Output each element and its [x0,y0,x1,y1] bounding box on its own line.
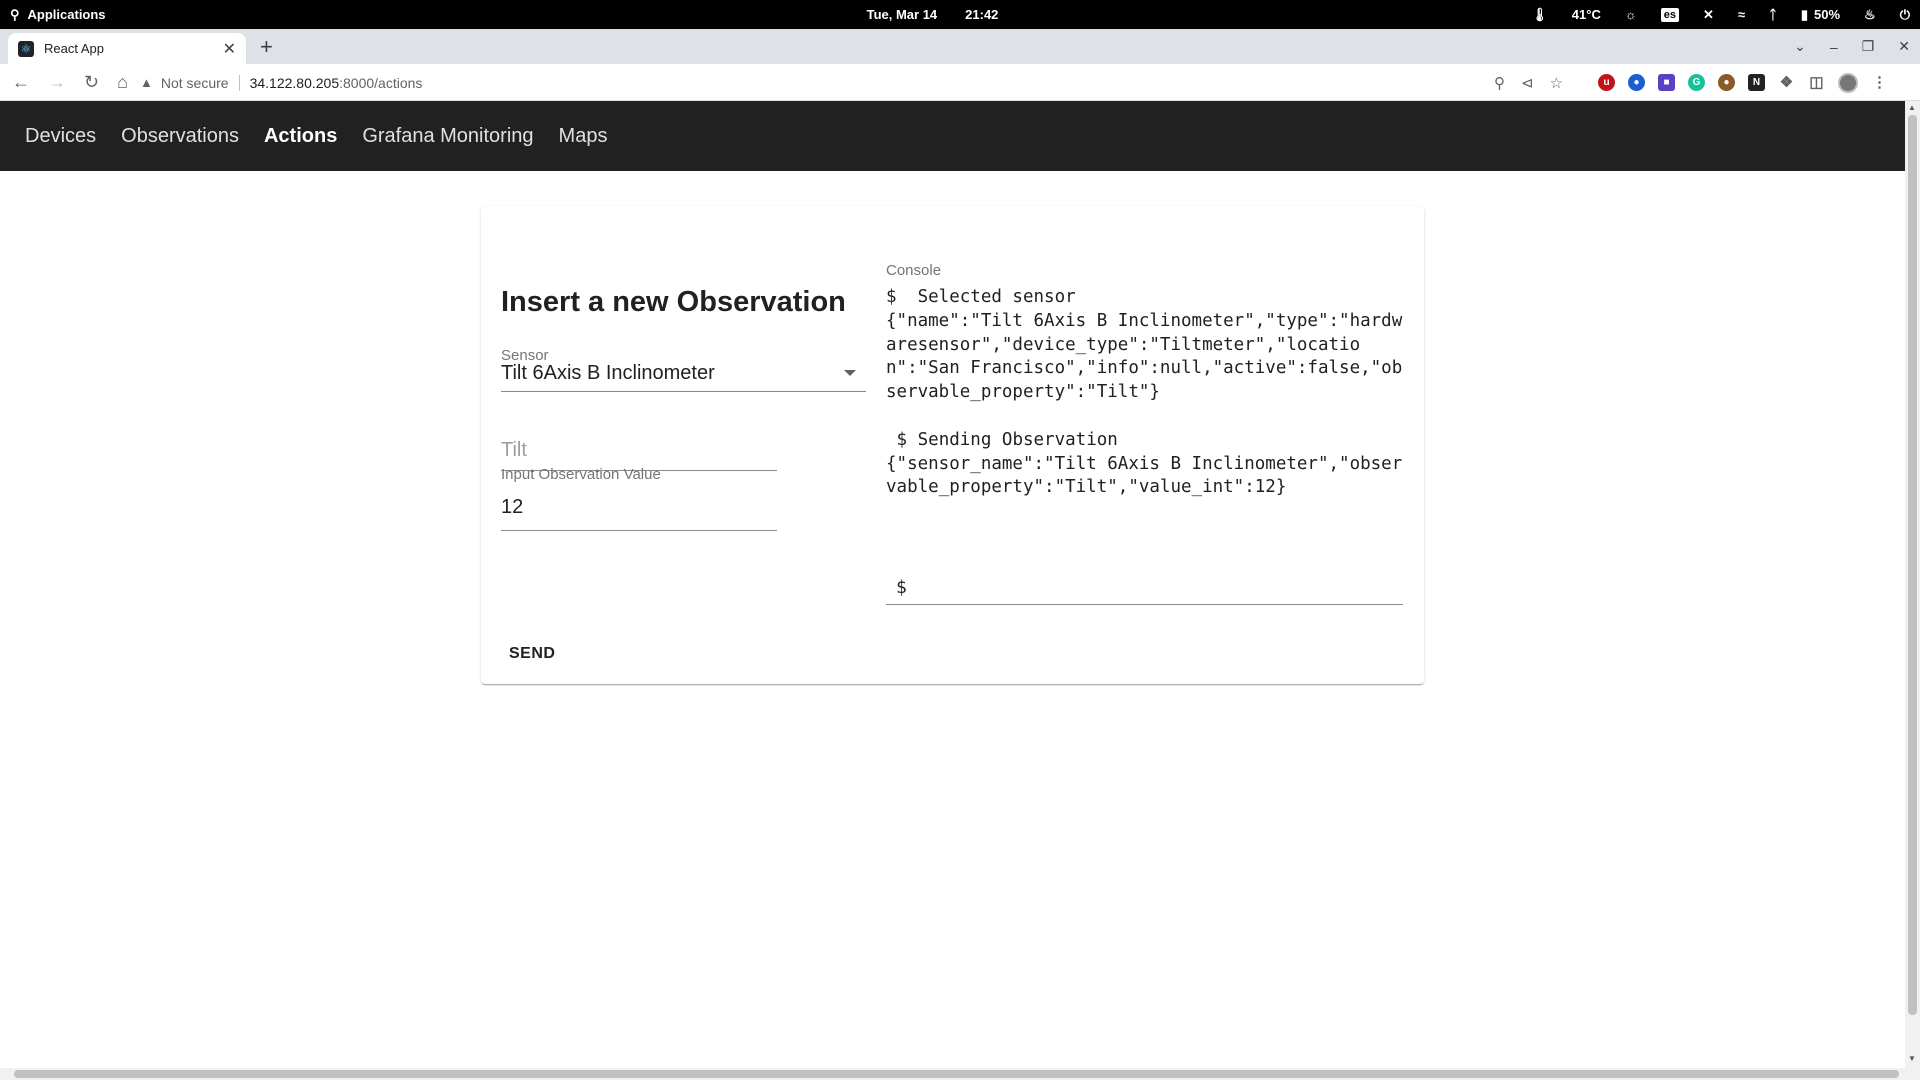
zoom-icon[interactable]: ⚲ [1494,74,1505,92]
nav-grafana-monitoring[interactable]: Grafana Monitoring [362,125,533,148]
sensor-select[interactable]: Tilt 6Axis B Inclinometer [501,350,866,392]
cookie-extension-icon[interactable]: ● [1718,74,1735,91]
nav-actions[interactable]: Actions [264,125,337,148]
security-label: Not secure [160,74,229,91]
system-tray: 🌡 41°C ☼ es ✕ ≈ ᛏ ▮ 50% ♨ ⏻ [1531,0,1910,29]
send-button[interactable]: SEND [500,639,564,669]
sensor-selected-value: Tilt 6Axis B Inclinometer [501,362,715,384]
battery-label: 50% [1814,7,1841,22]
thermometer-icon[interactable]: 🌡 [1531,7,1548,23]
observation-card: Insert a new Observation Sensor Tilt 6Ax… [481,206,1424,684]
battery-icon: ▮ [1800,6,1809,22]
forward-arrow-icon[interactable]: → [48,72,66,93]
vertical-scrollbar[interactable]: ▲ ▼ [1905,101,1920,1068]
keyboard-layout-badge[interactable]: es [1660,7,1679,22]
grammarly-extension-icon[interactable]: G [1688,74,1705,91]
reload-icon[interactable]: ↻ [84,72,99,93]
bell-icon[interactable]: ♨ [1864,7,1876,23]
tab-search-chevron-icon[interactable]: ⌄ [1794,38,1806,55]
new-tab-button[interactable]: + [260,34,273,60]
console-output: $ Selected sensor {"name":"Tilt 6Axis B … [886,287,1403,498]
time-label: 21:42 [965,7,999,22]
scroll-up-arrow-icon[interactable]: ▲ [1908,103,1916,112]
console-label: Console [886,262,942,279]
tab-title: React App [44,41,104,56]
extensions-area: u ● ■ G ● N ❖ ◫ ⋮ [1598,64,1888,101]
mute-icon[interactable]: ✕ [1703,7,1714,23]
react-favicon-icon: ⚛ [18,40,34,57]
observation-value-input[interactable] [501,496,777,519]
console-input[interactable]: $ [886,567,1403,605]
close-window-icon[interactable]: ✕ [1898,38,1910,55]
date-label: Tue, Mar 14 [866,7,938,22]
vertical-scroll-thumb[interactable] [1908,115,1917,1015]
wifi-icon[interactable]: ≈ [1738,7,1745,22]
browser-tab[interactable]: ⚛ React App ✕ [8,33,246,64]
dropdown-arrow-icon [844,370,856,376]
nav-devices[interactable]: Devices [25,125,96,148]
console-prompt: $ [896,577,907,598]
url-host: 34.122.80.205 [249,74,340,91]
puzzle-extensions-icon[interactable]: ❖ [1778,74,1795,91]
close-tab-icon[interactable]: ✕ [223,39,236,59]
window-controls: ⌄ – ❐ ✕ [1794,29,1910,64]
observation-value-field[interactable] [501,484,777,531]
bookmark-star-icon[interactable]: ☆ [1550,74,1563,92]
observable-property-input[interactable] [501,439,777,462]
home-icon[interactable]: ⌂ [117,72,128,93]
temperature-label: 41°C [1571,7,1601,22]
address-bar-actions: ⚲ ⊲ ☆ [1494,64,1563,101]
brightness-icon[interactable]: ☼ [1625,7,1637,22]
purple-extension-icon[interactable]: ■ [1658,74,1675,91]
profile-avatar[interactable] [1838,72,1858,93]
browser-toolbar: ← → ↻ ⌂ ▲ Not secure 34.122.80.205 :8000… [0,64,1920,101]
minimize-icon[interactable]: – [1830,39,1838,55]
horizontal-scrollbar[interactable] [0,1068,1920,1080]
ublock-extension-icon[interactable]: u [1598,74,1615,91]
nav-maps[interactable]: Maps [559,125,608,148]
address-bar[interactable]: ▲ Not secure 34.122.80.205 :8000/actions [140,68,1590,97]
observation-value-label: Input Observation Value [501,466,661,483]
horizontal-scroll-thumb[interactable] [14,1070,1899,1078]
browser-tab-strip: ⚛ React App ✕ + ⌄ – ❐ ✕ [0,29,1920,64]
url-path: :8000/actions [339,74,423,91]
address-separator [238,74,240,91]
page-title: Insert a new Observation [501,286,846,318]
bluetooth-icon[interactable]: ᛏ [1769,7,1777,22]
os-top-bar: ⚲ Applications Tue, Mar 14 21:42 🌡 41°C … [0,0,1920,29]
maximize-icon[interactable]: ❐ [1862,38,1875,55]
share-icon[interactable]: ⊲ [1521,74,1534,92]
nav-observations[interactable]: Observations [121,125,239,148]
navigation-buttons: ← → ↻ ⌂ [12,64,128,101]
power-icon[interactable]: ⏻ [1900,7,1910,23]
scroll-down-arrow-icon[interactable]: ▼ [1908,1054,1916,1063]
warning-triangle-icon[interactable]: ▲ [140,75,153,90]
back-arrow-icon[interactable]: ← [12,72,30,93]
app-navbar: Devices Observations Actions Grafana Mon… [0,101,1905,171]
notion-extension-icon[interactable]: N [1748,74,1765,91]
battery-indicator[interactable]: ▮ 50% [1801,7,1840,23]
blue-extension-icon[interactable]: ● [1628,74,1645,91]
menu-kebab-icon[interactable]: ⋮ [1871,74,1888,91]
side-panel-icon[interactable]: ◫ [1808,74,1825,91]
